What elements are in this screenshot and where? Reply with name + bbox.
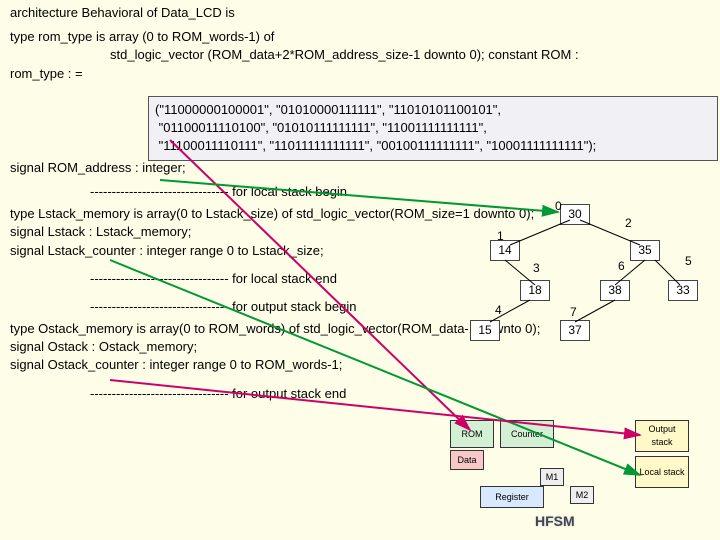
binary-tree: 30 14 35 18 38 33 15 37 <box>440 200 720 380</box>
rom-values: ("11000000100001", "01010000111111", "11… <box>155 102 596 153</box>
arch-line: architecture Behavioral of Data_LCD is <box>10 4 710 22</box>
box-m2: M2 <box>570 486 594 504</box>
box-data: Data <box>450 450 484 470</box>
edge-1: 1 <box>497 228 504 245</box>
rom-constants-box: ("11000000100001", "01010000111111", "11… <box>148 96 718 161</box>
node-33: 33 <box>668 280 698 301</box>
edge-2: 2 <box>625 215 632 232</box>
box-rom: ROM <box>450 420 494 448</box>
edge-0: 0 <box>555 198 562 215</box>
node-14: 14 <box>490 240 520 261</box>
node-37: 37 <box>560 320 590 341</box>
box-register: Register <box>480 486 544 508</box>
node-15: 15 <box>470 320 500 341</box>
node-38: 38 <box>600 280 630 301</box>
box-m1: M1 <box>540 468 564 486</box>
node-30: 30 <box>560 204 590 225</box>
box-output-stack: Output stack <box>635 420 689 452</box>
rom-type-block: type rom_type is array (0 to ROM_words-1… <box>10 28 710 83</box>
rom-type-line1: type rom_type is array (0 to ROM_words-1… <box>10 28 710 46</box>
label-hfsm: HFSM <box>535 512 575 532</box>
box-counter: Counter <box>500 420 554 448</box>
block-diagram: ROM Counter Data Output stack Local stac… <box>440 420 700 530</box>
node-18: 18 <box>520 280 550 301</box>
edge-4: 4 <box>495 302 502 319</box>
signal-rom-line: signal ROM_address : integer; <box>10 159 710 177</box>
local-begin-comment: -------------------------------- for loc… <box>10 183 710 201</box>
edge-7: 7 <box>570 304 577 321</box>
edge-6: 6 <box>618 258 625 275</box>
node-35: 35 <box>630 240 660 261</box>
output-end-comment: -------------------------------- for out… <box>10 385 710 403</box>
edge-5: 5 <box>685 253 692 270</box>
rom-type-line3: rom_type : = <box>10 65 710 83</box>
edge-3: 3 <box>533 260 540 277</box>
rom-type-line2: std_logic_vector (ROM_data+2*ROM_address… <box>10 46 710 64</box>
box-local-stack: Local stack <box>635 456 689 488</box>
